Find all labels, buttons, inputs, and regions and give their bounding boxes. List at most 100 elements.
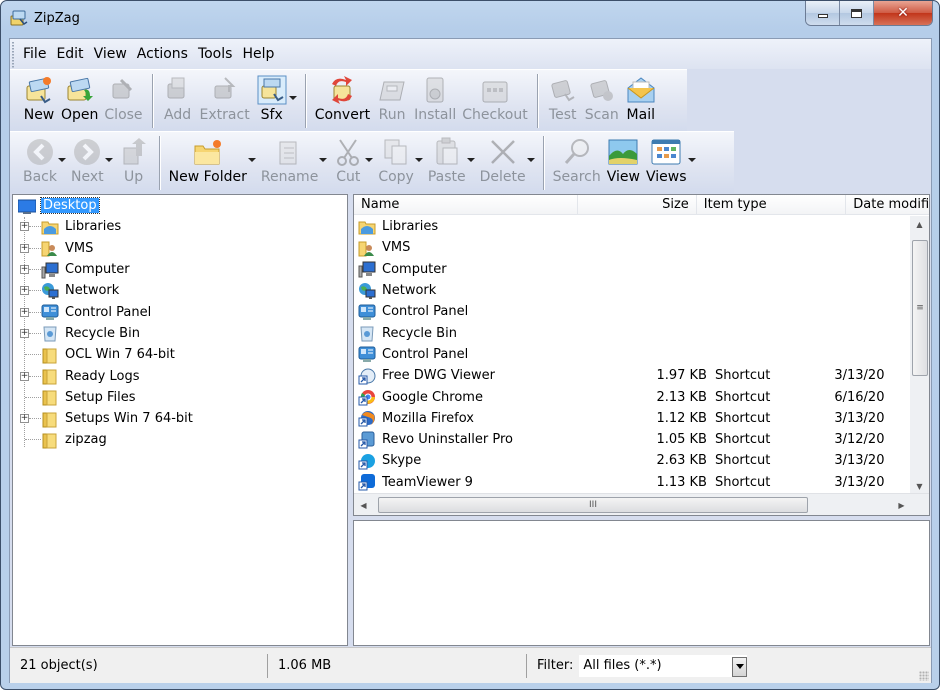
horizontal-scrollbar[interactable]: ◀ III ▶ [354, 493, 929, 515]
tree-item[interactable]: zipzag [13, 429, 347, 450]
delete-button[interactable]: Delete [477, 136, 535, 185]
next-button[interactable]: Next [68, 136, 113, 185]
control-panel-icon [41, 304, 59, 321]
tree-item[interactable]: + Setups Win 7 64-bit [13, 408, 347, 429]
file-row[interactable]: Computer [354, 259, 910, 280]
file-row[interactable]: Control Panel [354, 301, 910, 322]
new-folder-dropdown-arrow[interactable] [247, 158, 256, 162]
search-button[interactable]: Search [550, 136, 604, 185]
expand-plus-icon[interactable]: + [20, 265, 29, 275]
install-button[interactable]: Install [411, 74, 459, 123]
tree-connector [29, 290, 41, 292]
filter-select[interactable]: All files (*.*) [579, 654, 748, 677]
tree-item-desktop[interactable]: Desktop [13, 195, 347, 216]
delete-dropdown-arrow[interactable] [526, 158, 535, 162]
menu-tools[interactable]: Tools [193, 39, 238, 69]
menu-help[interactable]: Help [237, 39, 279, 69]
column-header-size[interactable]: Size [578, 195, 697, 214]
title-bar[interactable]: ZipZag ✕ [1, 1, 939, 37]
vertical-scroll-thumb[interactable]: ≡ [912, 240, 928, 376]
file-row[interactable]: Google Chrome 2.13 KB Shortcut 6/16/20 [354, 386, 910, 407]
paste-button[interactable]: Paste [425, 136, 475, 185]
file-row[interactable]: Libraries [354, 216, 910, 237]
file-list[interactable]: Name Size Item type Date modifi Librarie… [353, 194, 930, 516]
scan-button[interactable]: Scan [582, 74, 622, 123]
scroll-right-arrow-icon[interactable]: ▶ [892, 494, 911, 515]
sfx-dropdown-arrow[interactable] [288, 96, 297, 100]
expand-plus-icon[interactable]: + [20, 222, 29, 232]
file-row[interactable]: Mozilla Firefox 1.12 KB Shortcut 3/13/20 [354, 408, 910, 429]
menu-view[interactable]: View [89, 39, 132, 69]
file-row[interactable]: Control Panel [354, 344, 910, 365]
views-dropdown-arrow[interactable] [687, 158, 696, 162]
folder-tree[interactable]: Desktop + Libraries + VMS + Computer + Network +… [12, 194, 348, 646]
back-dropdown-arrow[interactable] [58, 158, 66, 162]
expand-plus-icon[interactable]: + [20, 414, 29, 424]
tree-item[interactable]: + Recycle Bin [13, 323, 347, 344]
extract-button[interactable]: Extract [197, 74, 253, 123]
file-row[interactable]: Free DWG Viewer 1.97 KB Shortcut 3/13/20 [354, 365, 910, 386]
expand-plus-icon[interactable]: + [20, 371, 29, 381]
vertical-scrollbar[interactable]: ▲ ≡ ▼ [910, 216, 929, 495]
folder-icon [42, 348, 57, 364]
add-button[interactable]: Add [159, 74, 197, 123]
expand-plus-icon[interactable]: + [20, 307, 29, 317]
new-button[interactable]: New [20, 74, 58, 123]
expand-plus-icon[interactable]: + [20, 286, 29, 296]
run-button[interactable]: Run [373, 74, 411, 123]
open-button[interactable]: Open [58, 74, 101, 123]
up-button[interactable]: Up [115, 136, 153, 185]
tree-item[interactable]: + Computer [13, 259, 347, 280]
tree-item[interactable]: + Ready Logs [13, 365, 347, 386]
menu-edit[interactable]: Edit [51, 39, 88, 69]
tree-item[interactable]: + Libraries [13, 216, 347, 237]
filter-dropdown-button[interactable] [732, 656, 748, 677]
file-row[interactable]: Recycle Bin [354, 322, 910, 343]
views-button[interactable]: Views [643, 136, 696, 185]
horizontal-scroll-thumb[interactable]: III [378, 497, 808, 513]
sfx-button[interactable]: Sfx [253, 74, 297, 123]
copy-dropdown-arrow[interactable] [414, 158, 423, 162]
column-header-name[interactable]: Name [354, 195, 579, 214]
expand-plus-icon[interactable]: + [20, 328, 29, 338]
close-button[interactable]: ✕ [874, 1, 932, 25]
sfx-icon [257, 75, 287, 105]
tree-item[interactable]: + Network [13, 280, 347, 301]
tree-item[interactable]: OCL Win 7 64-bit [13, 344, 347, 365]
tree-item-label: Libraries [65, 219, 122, 235]
tree-item[interactable]: + Control Panel [13, 301, 347, 322]
maximize-button[interactable] [840, 1, 874, 25]
minimize-button[interactable] [806, 1, 840, 25]
file-row[interactable]: Network [354, 280, 910, 301]
file-row[interactable]: Skype 2.63 KB Shortcut 3/13/20 [354, 450, 910, 471]
file-row[interactable]: VMS [354, 237, 910, 258]
tree-item[interactable]: + VMS [13, 238, 347, 259]
view-button[interactable]: View [604, 136, 643, 185]
close-archive-button[interactable]: Close [101, 74, 145, 123]
copy-button[interactable]: Copy [375, 136, 423, 185]
menu-actions[interactable]: Actions [132, 39, 193, 69]
paste-dropdown-arrow[interactable] [466, 158, 475, 162]
column-header-type[interactable]: Item type [697, 195, 847, 214]
back-button[interactable]: Back [20, 136, 66, 185]
cut-dropdown-arrow[interactable] [365, 158, 374, 162]
tree-item[interactable]: Setup Files [13, 387, 347, 408]
rename-dropdown-arrow[interactable] [319, 158, 328, 162]
rename-button[interactable]: Rename [258, 136, 328, 185]
checkout-button[interactable]: Checkout [459, 74, 531, 123]
column-header-date[interactable]: Date modifi [846, 195, 929, 214]
convert-button[interactable]: Convert [312, 74, 373, 123]
scroll-up-arrow-icon[interactable]: ▲ [910, 216, 929, 233]
mail-button[interactable]: Mail [622, 74, 660, 123]
resize-grip[interactable] [919, 671, 929, 681]
scroll-left-arrow-icon[interactable]: ◀ [354, 494, 373, 515]
file-date: 6/16/20 [834, 389, 885, 405]
file-row[interactable]: Revo Uninstaller Pro 1.05 KB Shortcut 3/12/… [354, 429, 910, 450]
cut-button[interactable]: Cut [329, 136, 374, 185]
next-dropdown-arrow[interactable] [104, 158, 113, 162]
menu-file[interactable]: File [18, 39, 51, 69]
test-button[interactable]: Test [544, 74, 582, 123]
expand-plus-icon[interactable]: + [20, 243, 29, 253]
new-folder-button[interactable]: New Folder [166, 136, 256, 185]
file-row[interactable]: TeamViewer 9 1.13 KB Shortcut 3/13/20 [354, 472, 910, 493]
